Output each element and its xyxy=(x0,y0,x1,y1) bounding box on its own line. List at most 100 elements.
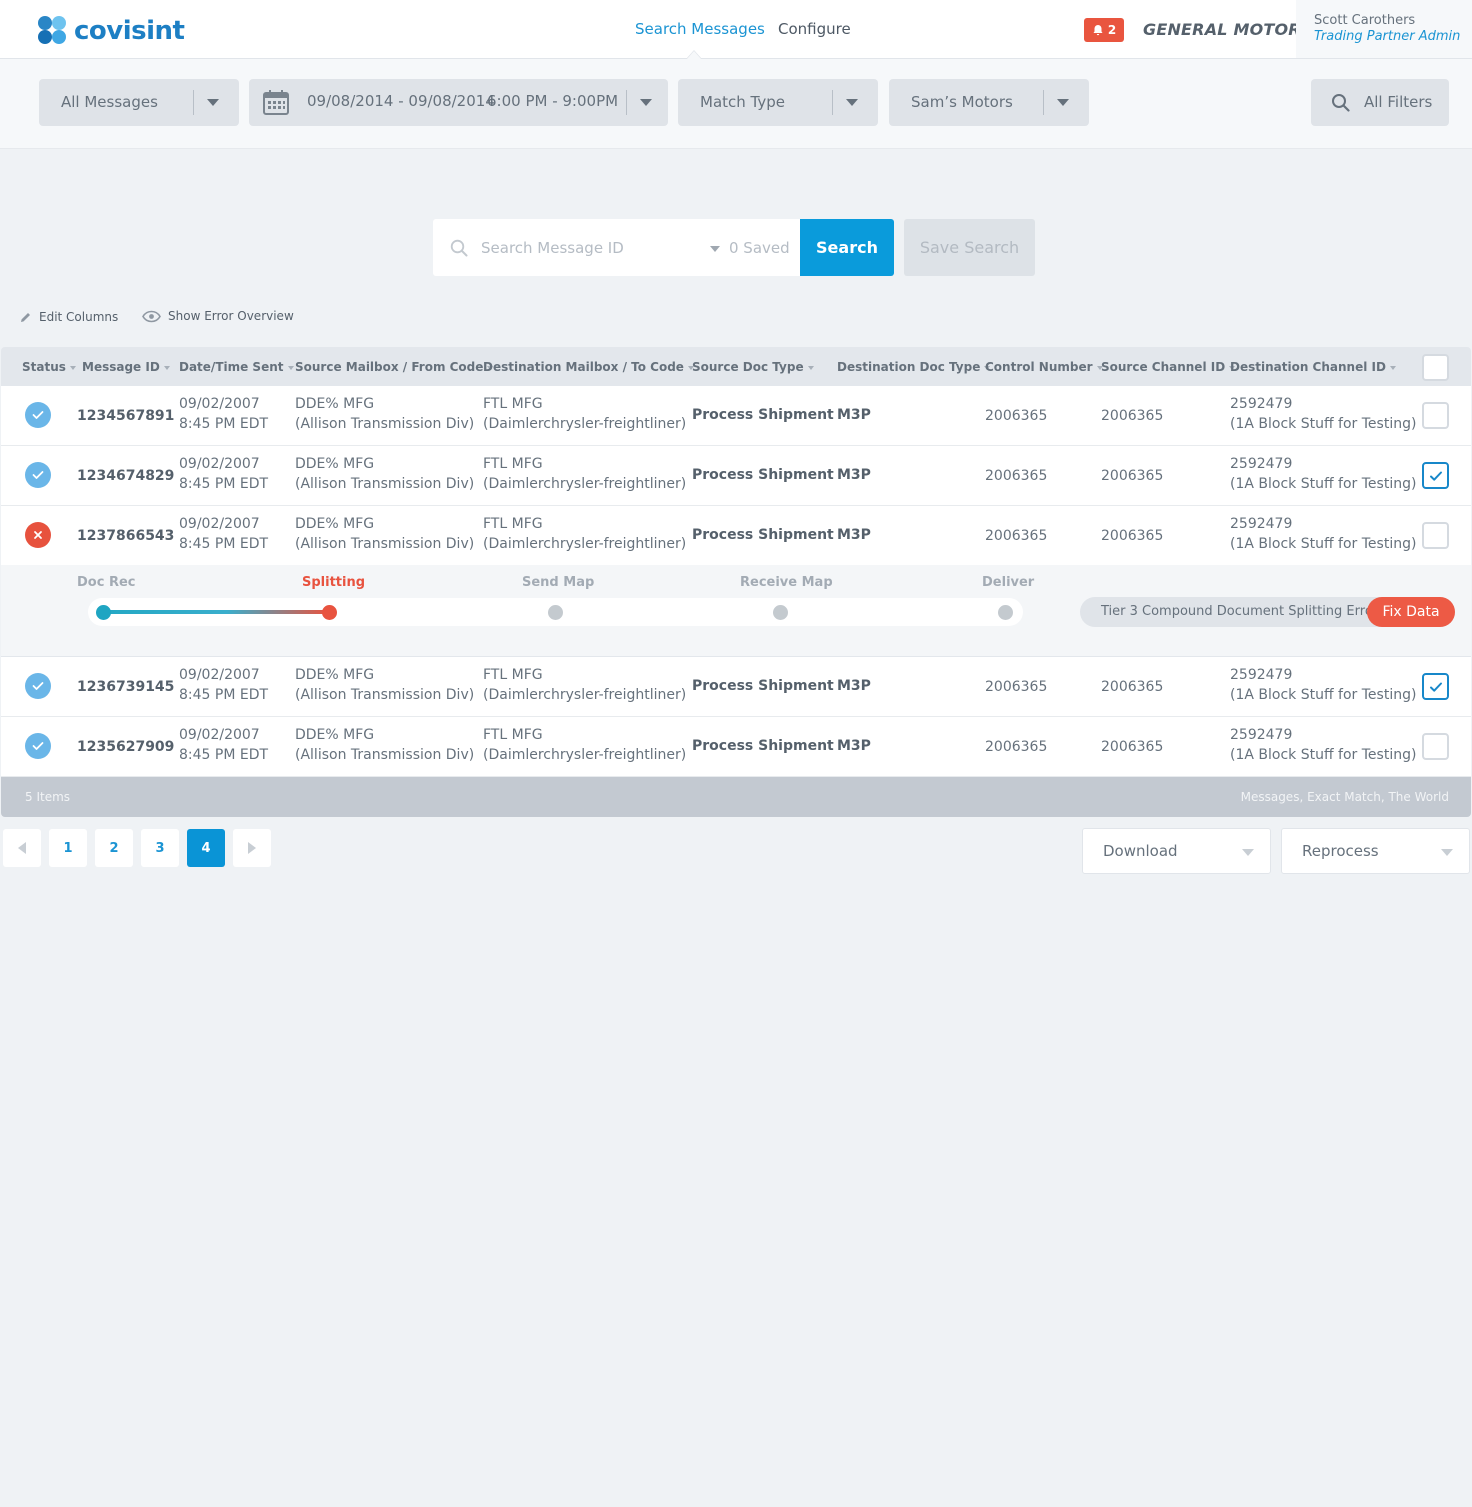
source-channel-id: 2006365 xyxy=(1101,468,1164,484)
destination-mailbox: FTL MFG xyxy=(483,727,543,743)
date-range-value: 09/08/2014 - 09/08/2014 xyxy=(307,92,495,110)
time-sent: 8:45 PM EDT xyxy=(179,476,269,492)
col-message-id[interactable]: Message ID xyxy=(82,360,170,374)
destination-to-code: (Daimlerchrysler-freightliner) xyxy=(483,687,687,703)
page-1[interactable]: 1 xyxy=(49,829,87,867)
stage-dot-deliver xyxy=(998,605,1013,620)
row-select-checkbox[interactable] xyxy=(1422,522,1449,549)
col-control-number[interactable]: Control Number xyxy=(985,360,1103,374)
row-select-checkbox[interactable] xyxy=(1422,402,1449,429)
checkmark-icon xyxy=(1430,682,1442,692)
match-type-dropdown[interactable]: Match Type xyxy=(678,79,878,126)
partner-dropdown[interactable]: Sam’s Motors xyxy=(889,79,1089,126)
error-message-pill: Tier 3 Compound Document Splitting Error… xyxy=(1080,597,1455,627)
col-date-time-sent[interactable]: Date/Time Sent xyxy=(179,360,294,374)
chevron-down-icon xyxy=(207,99,219,106)
checkmark-icon xyxy=(1430,471,1442,481)
table-row[interactable]: 1235627909 09/02/2007 8:45 PM EDT DDE% MFG (… xyxy=(1,717,1471,777)
page-2[interactable]: 2 xyxy=(95,829,133,867)
covisint-logo[interactable]: covisint xyxy=(38,16,185,46)
time-sent: 8:45 PM EDT xyxy=(179,747,269,763)
logo-text: covisint xyxy=(74,16,185,46)
success-status-icon xyxy=(25,673,51,699)
table-header: Status Message ID Date/Time Sent Source … xyxy=(1,347,1471,386)
prev-page-button[interactable] xyxy=(3,829,41,867)
date-range-picker[interactable]: 09/08/2014 - 09/08/2014 6:00 PM - 9:00PM xyxy=(249,79,668,126)
date-sent: 09/02/2007 xyxy=(179,667,260,683)
source-doc-type: Process Shipment xyxy=(692,407,834,423)
row-select-checkbox[interactable] xyxy=(1422,733,1449,760)
source-from-code: (Allison Transmission Div) xyxy=(295,747,475,763)
stage-dot-receive-map xyxy=(773,605,788,620)
destination-channel-id: 2592479 xyxy=(1230,396,1293,412)
source-mailbox: DDE% MFG xyxy=(295,516,375,532)
chevron-down-icon xyxy=(846,99,858,106)
date-sent: 09/02/2007 xyxy=(179,516,260,532)
notification-count: 2 xyxy=(1107,23,1117,37)
control-number: 2006365 xyxy=(985,739,1048,755)
fix-data-button[interactable]: Fix Data xyxy=(1367,597,1455,627)
source-from-code: (Allison Transmission Div) xyxy=(295,416,475,432)
table-row[interactable]: 1234567891 09/02/2007 8:45 PM EDT DDE% MFG (… xyxy=(1,386,1471,446)
message-id[interactable]: 1237866543 xyxy=(77,526,174,546)
arrow-left-icon xyxy=(18,842,26,854)
show-error-overview-link[interactable]: Show Error Overview xyxy=(142,309,294,323)
page-4[interactable]: 4 xyxy=(187,829,225,867)
table-row[interactable]: 1237866543 09/02/2007 8:45 PM EDT DDE% MFG (… xyxy=(1,506,1471,566)
message-id[interactable]: 1235627909 xyxy=(77,737,174,757)
destination-to-code: (Daimlerchrysler-freightliner) xyxy=(483,536,687,552)
calendar-icon xyxy=(263,90,289,115)
destination-mailbox: FTL MFG xyxy=(483,396,543,412)
success-status-icon xyxy=(25,462,51,488)
source-mailbox: DDE% MFG xyxy=(295,727,375,743)
message-id[interactable]: 1234567891 xyxy=(77,406,174,426)
search-button[interactable]: Search xyxy=(800,219,894,276)
col-source-mailbox[interactable]: Source Mailbox / From Code xyxy=(295,360,494,374)
user-menu[interactable]: Scott Carothers Trading Partner Admin xyxy=(1296,0,1472,58)
message-id[interactable]: 1234674829 xyxy=(77,466,174,486)
chevron-down-icon xyxy=(640,99,652,106)
source-mailbox: DDE% MFG xyxy=(295,667,375,683)
col-source-channel-id[interactable]: Source Channel ID xyxy=(1101,360,1236,374)
row-select-checkbox[interactable] xyxy=(1422,462,1449,489)
col-destination-channel-id[interactable]: Destination Channel ID xyxy=(1230,360,1396,374)
company-name: GENERAL MOTORS xyxy=(1143,20,1313,39)
edit-columns-link[interactable]: Edit Columns xyxy=(19,310,118,324)
download-dropdown[interactable]: Download xyxy=(1082,828,1271,874)
col-destination-mailbox[interactable]: Destination Mailbox / To Code xyxy=(483,360,694,374)
chevron-down-icon xyxy=(1057,99,1069,106)
select-all-checkbox[interactable] xyxy=(1422,354,1449,381)
table-row[interactable]: 1236739145 09/02/2007 8:45 PM EDT DDE% MFG (… xyxy=(1,657,1471,717)
caret-down-icon[interactable] xyxy=(710,246,720,252)
next-page-button[interactable] xyxy=(233,829,271,867)
col-status[interactable]: Status xyxy=(22,360,76,374)
items-count: 5 Items xyxy=(25,790,71,804)
message-id[interactable]: 1236739145 xyxy=(77,677,174,697)
source-channel-id: 2006365 xyxy=(1101,528,1164,544)
messages-filter-dropdown[interactable]: All Messages xyxy=(39,79,239,126)
search-message-id-input[interactable] xyxy=(481,236,691,260)
destination-doc-type: M3P xyxy=(837,467,871,483)
all-filters-button[interactable]: All Filters xyxy=(1311,79,1449,126)
nav-configure[interactable]: Configure xyxy=(778,20,851,38)
time-sent: 8:45 PM EDT xyxy=(179,536,269,552)
save-search-button[interactable]: Save Search xyxy=(904,219,1035,276)
row-select-checkbox[interactable] xyxy=(1422,673,1449,700)
col-source-doc-type[interactable]: Source Doc Type xyxy=(692,360,814,374)
stage-dot-splitting xyxy=(322,605,337,620)
control-number: 2006365 xyxy=(985,468,1048,484)
error-status-icon[interactable] xyxy=(25,522,51,548)
notifications-badge[interactable]: 2 xyxy=(1084,18,1124,42)
page-3[interactable]: 3 xyxy=(141,829,179,867)
success-status-icon xyxy=(25,733,51,759)
destination-channel-id: 2592479 xyxy=(1230,456,1293,472)
saved-searches-count[interactable]: 0 Saved xyxy=(729,239,790,257)
table-row[interactable]: 1234674829 09/02/2007 8:45 PM EDT DDE% MFG (… xyxy=(1,446,1471,506)
filter-bar: All Messages 09/08/2014 - 09/08/2014 6:0… xyxy=(0,59,1472,149)
show-error-overview-label: Show Error Overview xyxy=(168,309,294,323)
col-destination-doc-type[interactable]: Destination Doc Type xyxy=(837,360,991,374)
reprocess-dropdown[interactable]: Reprocess xyxy=(1281,828,1470,874)
nav-search-messages[interactable]: Search Messages xyxy=(635,20,765,38)
search-icon xyxy=(450,239,468,257)
user-name: Scott Carothers xyxy=(1314,13,1416,28)
